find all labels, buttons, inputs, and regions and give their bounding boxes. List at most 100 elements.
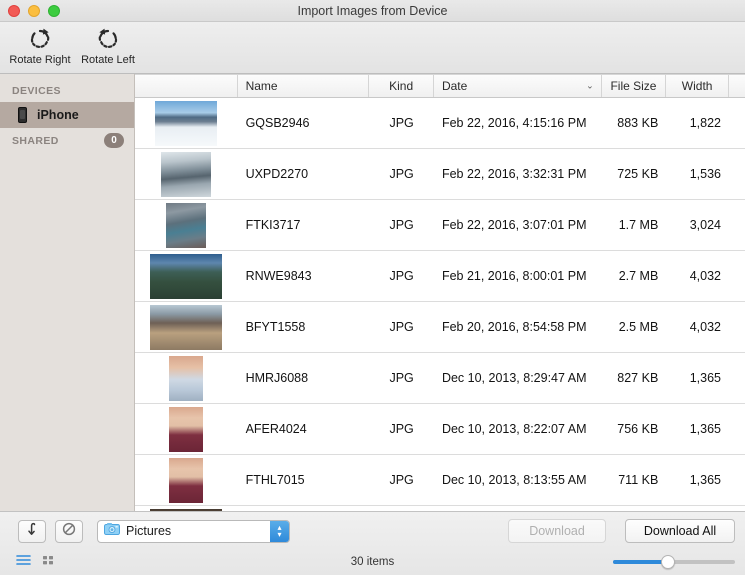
- bottom-bar: Pictures ▴ ▾ Download Download All 30 it…: [0, 511, 745, 575]
- file-kind-cell: JPG: [389, 116, 414, 130]
- rotate-back-button[interactable]: [18, 519, 46, 543]
- file-thumbnail: [166, 202, 207, 248]
- file-size-cell: 756 KB: [617, 422, 659, 436]
- file-kind-cell: JPG: [389, 218, 414, 232]
- file-kind-cell: JPG: [389, 269, 414, 283]
- download-all-button-label: Download All: [643, 524, 717, 538]
- rotate-back-icon: [25, 522, 39, 541]
- file-row-spacer: [729, 149, 745, 199]
- table-row[interactable]: RNWE9843 JPG Feb 21, 2016, 8:00:01 PM 2.7 M…: [135, 251, 745, 302]
- file-kind-cell: JPG: [389, 371, 414, 385]
- file-thumbnail: [169, 457, 204, 503]
- file-thumbnail-cell: [135, 302, 238, 352]
- import-images-window: Import Images from Device Rotate Right R…: [0, 0, 745, 575]
- file-size-cell: 1.7 MB: [618, 218, 659, 232]
- file-thumbnail-cell: [135, 455, 238, 505]
- file-name-cell: BFYT1558: [245, 320, 306, 334]
- file-row-spacer: [729, 200, 745, 250]
- maximize-button[interactable]: [48, 5, 60, 17]
- file-size-cell: 883 KB: [617, 116, 659, 130]
- file-size-cell: 725 KB: [617, 167, 659, 181]
- sidebar-header-shared-label: SHARED: [12, 134, 59, 147]
- rotate-left-button[interactable]: Rotate Left: [74, 22, 142, 74]
- file-row-spacer: [729, 455, 745, 505]
- column-header-date-label: Date: [441, 79, 468, 93]
- sidebar-item-iphone[interactable]: iPhone: [0, 102, 134, 128]
- file-date-cell: Feb 22, 2016, 3:07:01 PM: [441, 218, 587, 232]
- file-width-cell: 3,024: [689, 218, 721, 232]
- file-size-cell: 2.7 MB: [618, 269, 659, 283]
- file-thumbnail: [169, 406, 204, 452]
- destination-select[interactable]: Pictures ▴ ▾: [97, 519, 290, 543]
- file-name-cell: GQSB2946: [245, 116, 310, 130]
- column-header-width-label: Width: [681, 79, 713, 93]
- sidebar-header-devices-label: DEVICES: [12, 85, 61, 97]
- table-row[interactable]: AFER4024 JPG Dec 10, 2013, 8:22:07 AM 756 K…: [135, 404, 745, 455]
- file-width-cell: 1,536: [689, 167, 721, 181]
- file-name-cell: RNWE9843: [245, 269, 312, 283]
- pictures-folder-icon: [104, 522, 120, 541]
- table-row[interactable]: FTKI3717 JPG Feb 22, 2016, 3:07:01 PM 1.7 M…: [135, 200, 745, 251]
- file-width-cell: 1,365: [689, 422, 721, 436]
- file-kind-cell: JPG: [389, 422, 414, 436]
- file-thumbnail: [150, 253, 223, 299]
- file-thumbnail-cell: [135, 251, 238, 301]
- rotate-right-label: Rotate Right: [9, 54, 71, 66]
- file-name-cell: UXPD2270: [245, 167, 309, 181]
- file-list[interactable]: GQSB2946 JPG Feb 22, 2016, 4:15:16 PM 883 K…: [135, 98, 745, 511]
- file-width-cell: 1,365: [689, 371, 721, 385]
- file-date-cell: Feb 20, 2016, 8:54:58 PM: [441, 320, 587, 334]
- file-kind-cell: JPG: [389, 320, 414, 334]
- file-thumbnail-cell: [135, 353, 238, 403]
- column-header-file-size[interactable]: File Size: [602, 75, 667, 97]
- file-width-cell: 4,032: [689, 320, 721, 334]
- column-header-width[interactable]: Width: [666, 75, 729, 97]
- file-date-cell: Dec 10, 2013, 8:22:07 AM: [441, 422, 587, 436]
- chevron-down-icon: ⌄: [586, 80, 594, 91]
- file-date-cell: Feb 22, 2016, 4:15:16 PM: [441, 116, 587, 130]
- rotate-left-icon: [93, 26, 123, 52]
- sidebar-header-shared: SHARED 0: [0, 128, 134, 153]
- slider-knob[interactable]: [660, 555, 675, 569]
- table-row[interactable]: FTHL7015 JPG Dec 10, 2013, 8:13:55 AM 711 K…: [135, 455, 745, 506]
- download-button[interactable]: Download: [508, 519, 606, 543]
- table-row[interactable]: HMRJ6088 JPG Dec 10, 2013, 8:29:47 AM 827 K…: [135, 353, 745, 404]
- destination-stepper[interactable]: ▴ ▾: [270, 520, 289, 542]
- column-headers: Name Kind Date ⌄ File Size Width: [135, 74, 745, 98]
- column-header-spacer: [729, 75, 745, 97]
- file-name-cell: HMRJ6088: [245, 371, 309, 385]
- file-thumbnail-cell: [135, 404, 238, 454]
- table-row[interactable]: UXPD2270 JPG Feb 22, 2016, 3:32:31 PM 725 K…: [135, 149, 745, 200]
- delete-button[interactable]: [55, 519, 83, 543]
- table-row[interactable]: GQSB2946 JPG Feb 22, 2016, 4:15:16 PM 883 K…: [135, 98, 745, 149]
- file-name-cell: FTKI3717: [245, 218, 301, 232]
- column-header-date[interactable]: Date ⌄: [434, 75, 602, 97]
- file-size-cell: 827 KB: [617, 371, 659, 385]
- toolbar: Rotate Right Rotate Left: [0, 22, 745, 74]
- grid-view-icon[interactable]: [42, 553, 55, 571]
- traffic-lights: [8, 5, 60, 17]
- window-body: DEVICES iPhone SHARED 0 Name Kind Date ⌄…: [0, 74, 745, 511]
- close-button[interactable]: [8, 5, 20, 17]
- file-size-cell: 2.5 MB: [618, 320, 659, 334]
- column-header-name[interactable]: Name: [238, 75, 370, 97]
- file-width-cell: 4,032: [689, 269, 721, 283]
- thumbnail-size-slider[interactable]: [613, 555, 735, 569]
- file-date-cell: Feb 21, 2016, 8:00:01 PM: [441, 269, 587, 283]
- file-row-spacer: [729, 353, 745, 403]
- column-header-kind[interactable]: Kind: [369, 75, 434, 97]
- file-thumbnail: [150, 304, 223, 350]
- column-header-thumbnail[interactable]: [135, 75, 238, 97]
- rotate-right-button[interactable]: Rotate Right: [6, 22, 74, 74]
- minimize-button[interactable]: [28, 5, 40, 17]
- download-all-button[interactable]: Download All: [625, 519, 735, 543]
- file-date-cell: Dec 10, 2013, 8:29:47 AM: [441, 371, 587, 385]
- table-row[interactable]: BFYT1558 JPG Feb 20, 2016, 8:54:58 PM 2.5 M…: [135, 302, 745, 353]
- iphone-icon: [18, 107, 27, 123]
- list-view-icon[interactable]: [16, 553, 31, 571]
- file-thumbnail-cell: [135, 98, 238, 148]
- sidebar: DEVICES iPhone SHARED 0: [0, 74, 135, 511]
- rotate-left-label: Rotate Left: [81, 54, 135, 66]
- file-width-cell: 1,822: [689, 116, 721, 130]
- file-kind-cell: JPG: [389, 167, 414, 181]
